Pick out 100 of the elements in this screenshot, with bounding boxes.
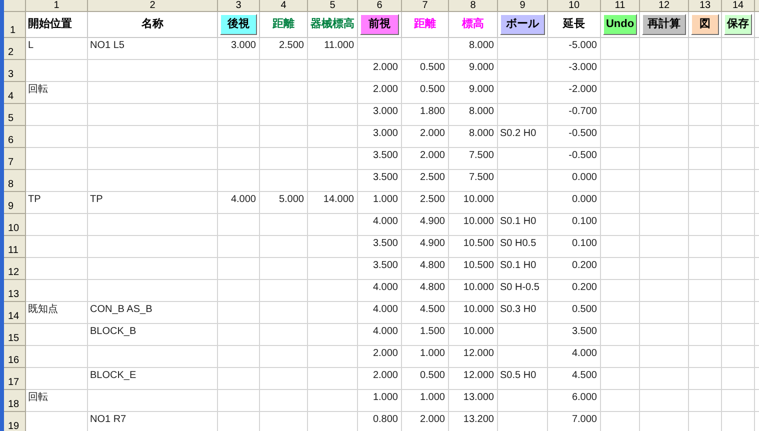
empty-cell	[722, 192, 755, 214]
table-cell: 1.800	[402, 104, 449, 126]
table-cell: 2.000	[402, 412, 449, 431]
empty-cell	[689, 280, 722, 302]
empty-cell	[601, 192, 640, 214]
header-button[interactable]: 保存	[724, 14, 752, 35]
empty-cell	[218, 280, 260, 302]
empty-cell	[218, 390, 260, 412]
empty-cell	[601, 258, 640, 280]
empty-cell	[498, 82, 548, 104]
table-cell: 0.000	[548, 192, 601, 214]
empty-cell	[218, 60, 260, 82]
table-cell: 2.500	[402, 192, 449, 214]
row-header: 19	[4, 412, 26, 431]
table-cell: BLOCK_B	[88, 324, 218, 346]
empty-cell	[308, 214, 358, 236]
table-cell: 0.200	[548, 280, 601, 302]
row-header: 7	[4, 148, 26, 170]
table-cell: 10.500	[449, 236, 498, 258]
table-cell: 4.000	[358, 324, 402, 346]
table-cell: -3.000	[548, 60, 601, 82]
table-cell: 2.000	[358, 346, 402, 368]
empty-cell	[218, 104, 260, 126]
empty-cell	[689, 104, 722, 126]
column-heading: 開始位置	[26, 12, 88, 38]
empty-cell	[218, 258, 260, 280]
empty-cell	[640, 390, 689, 412]
empty-cell	[722, 324, 755, 346]
empty-cell	[689, 368, 722, 390]
empty-cell	[308, 258, 358, 280]
empty-cell	[308, 390, 358, 412]
column-heading: 名称	[88, 12, 218, 38]
header-button[interactable]: 前視	[360, 14, 399, 35]
table-cell: 0.200	[548, 258, 601, 280]
table-cell: 回転	[26, 82, 88, 104]
empty-cell	[689, 192, 722, 214]
empty-cell	[260, 82, 308, 104]
empty-cell	[689, 170, 722, 192]
table-cell: 0.000	[548, 170, 601, 192]
row-header: 1	[4, 12, 26, 38]
empty-cell	[689, 346, 722, 368]
column-header: 2	[88, 0, 218, 12]
table-cell: 4.000	[548, 346, 601, 368]
empty-cell	[308, 346, 358, 368]
empty-cell	[722, 82, 755, 104]
empty-cell	[640, 302, 689, 324]
table-cell: 3.500	[358, 236, 402, 258]
table-cell: TP	[26, 192, 88, 214]
empty-cell	[308, 170, 358, 192]
empty-cell	[218, 82, 260, 104]
table-cell: 0.800	[358, 412, 402, 431]
column-header: 11	[601, 0, 640, 12]
row-header: 14	[4, 302, 26, 324]
empty-cell	[640, 280, 689, 302]
empty-cell	[260, 236, 308, 258]
table-cell: 4.000	[358, 214, 402, 236]
empty-cell	[722, 170, 755, 192]
column-header: 13	[689, 0, 722, 12]
row-header: 8	[4, 170, 26, 192]
empty-cell	[689, 60, 722, 82]
table-cell: -5.000	[548, 38, 601, 60]
empty-cell	[722, 346, 755, 368]
empty-cell	[601, 82, 640, 104]
empty-cell	[640, 82, 689, 104]
empty-cell	[498, 324, 548, 346]
table-cell: 4.500	[402, 302, 449, 324]
table-cell: S0.1 H0	[498, 258, 548, 280]
table-cell: NO1 L5	[88, 38, 218, 60]
empty-cell	[722, 390, 755, 412]
empty-cell	[689, 324, 722, 346]
row-header: 3	[4, 60, 26, 82]
row-header: 9	[4, 192, 26, 214]
empty-cell	[260, 390, 308, 412]
row-header: 18	[4, 390, 26, 412]
column-header: 14	[722, 0, 755, 12]
empty-cell	[601, 302, 640, 324]
empty-cell	[601, 368, 640, 390]
empty-cell	[640, 324, 689, 346]
header-button[interactable]: ボール	[500, 14, 545, 35]
empty-cell	[689, 236, 722, 258]
table-cell: NO1 R7	[88, 412, 218, 431]
empty-cell	[218, 302, 260, 324]
header-button[interactable]: 後視	[220, 14, 257, 35]
header-button[interactable]: 再計算	[642, 14, 686, 35]
header-button[interactable]: 図	[691, 14, 719, 35]
header-button[interactable]: Undo	[603, 14, 637, 35]
table-cell: -0.700	[548, 104, 601, 126]
table-cell: 回転	[26, 390, 88, 412]
table-cell: 1.000	[402, 390, 449, 412]
empty-cell	[498, 192, 548, 214]
table-cell: 10.500	[449, 258, 498, 280]
empty-cell	[218, 214, 260, 236]
table-cell: 8.000	[449, 126, 498, 148]
empty-cell	[498, 390, 548, 412]
row-header: 6	[4, 126, 26, 148]
empty-cell	[689, 390, 722, 412]
table-cell: L	[26, 38, 88, 60]
column-header: 9	[498, 0, 548, 12]
empty-cell	[218, 346, 260, 368]
empty-cell	[722, 368, 755, 390]
